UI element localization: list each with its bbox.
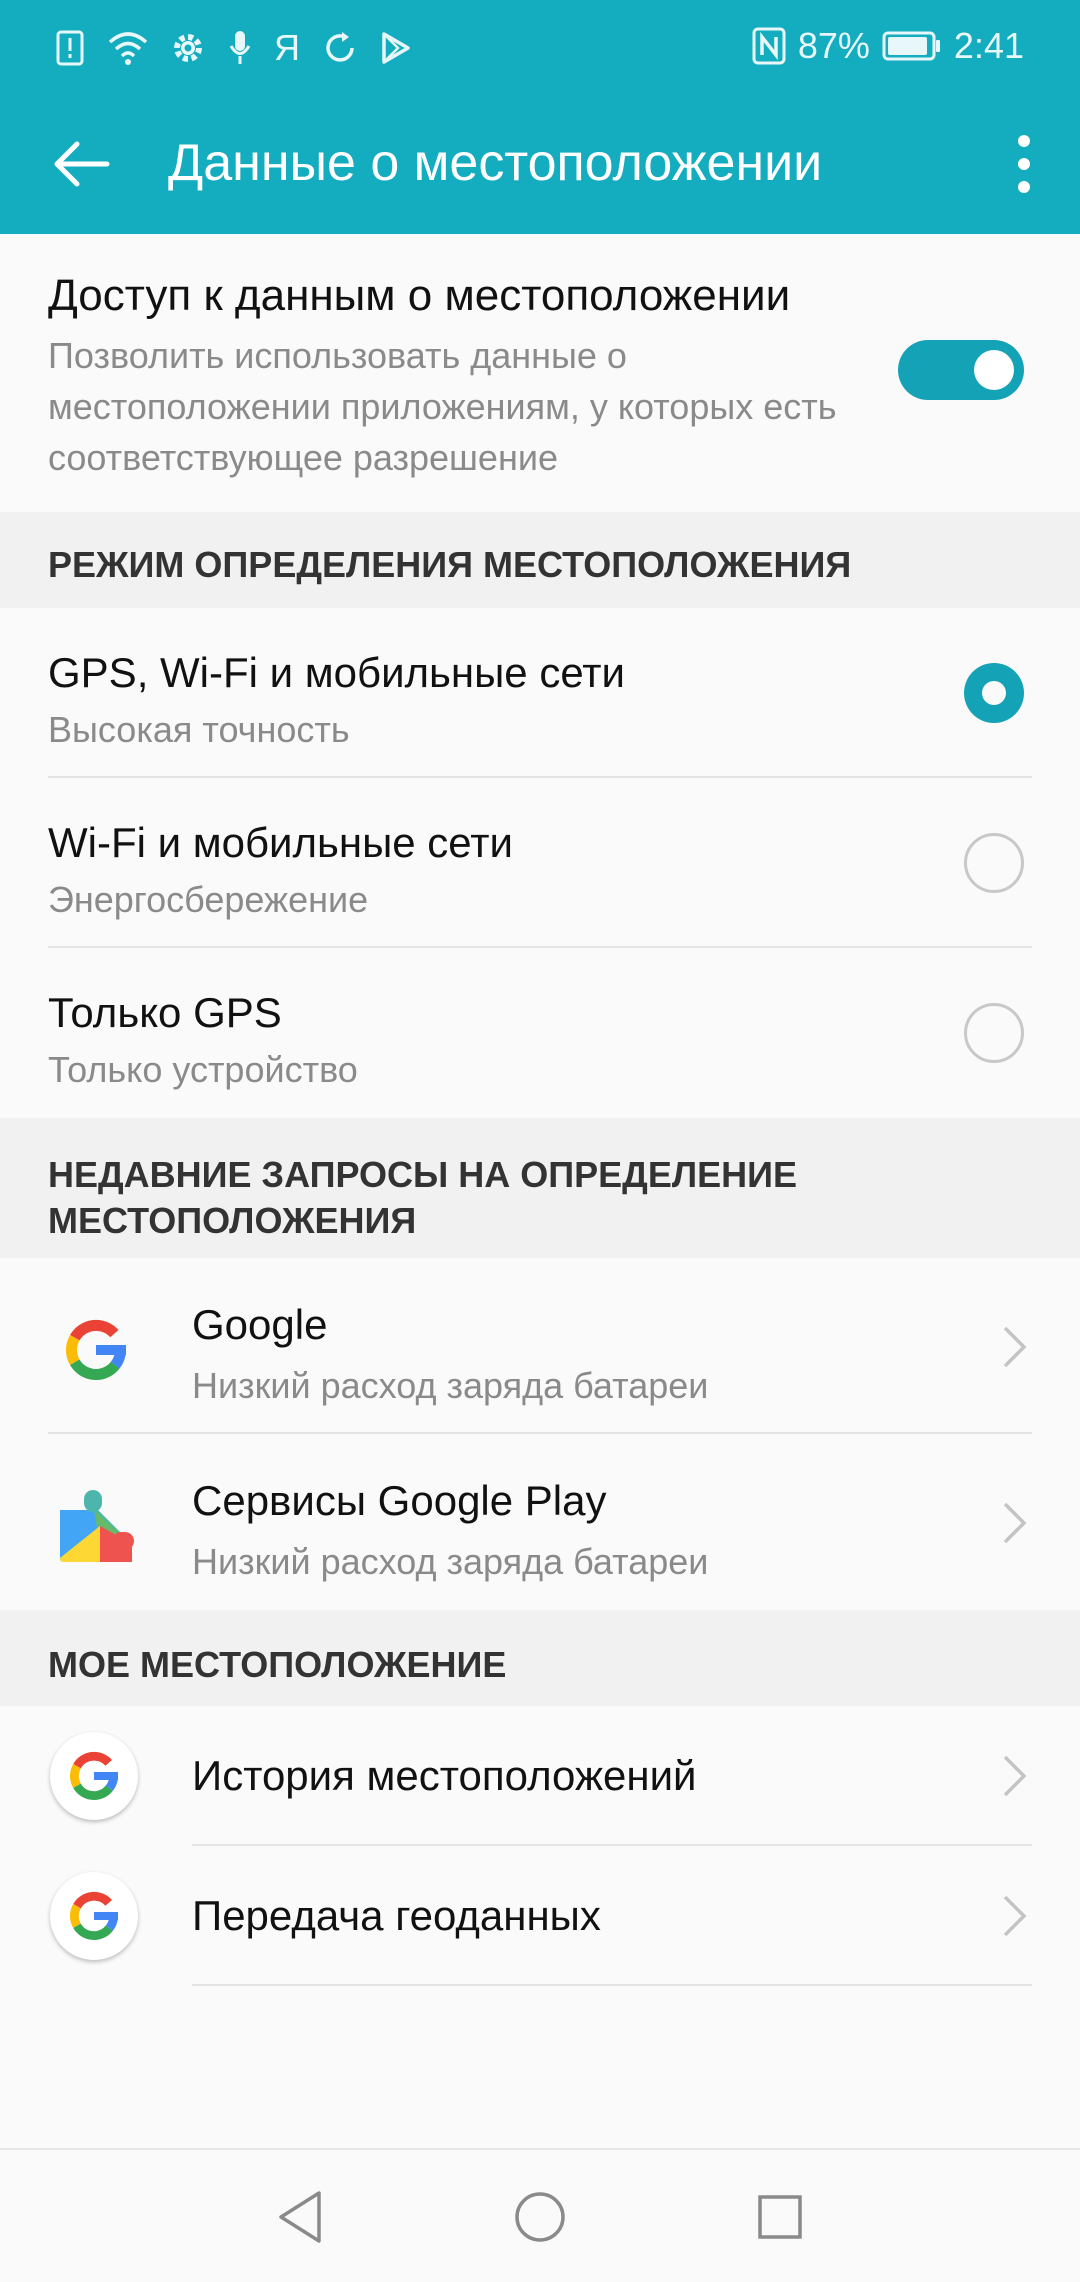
- mic-icon: [228, 29, 252, 67]
- divider: [192, 1984, 1032, 1986]
- google-icon: [70, 1751, 118, 1800]
- chevron-right-icon: [1003, 1326, 1027, 1368]
- mode-option-battery-saving[interactable]: Wi-Fi и мобильные сети Энергосбережение: [0, 778, 1080, 948]
- mode-option-subtitle: Только устройство: [48, 1049, 358, 1090]
- location-access-title: Доступ к данным о местоположении: [48, 271, 791, 320]
- app-name: Сервисы Google Play: [192, 1477, 607, 1524]
- chevron-right-icon: [1003, 1502, 1027, 1544]
- mode-option-subtitle: Энергосбережение: [48, 879, 369, 920]
- google-icon-badge: [50, 1732, 138, 1820]
- mode-section-header: РЕЖИМ ОПРЕДЕЛЕНИЯ МЕСТОПОЛОЖЕНИЯ: [0, 512, 1080, 608]
- mode-option-device-only[interactable]: Только GPS Только устройство: [0, 948, 1080, 1118]
- back-button[interactable]: [40, 126, 122, 202]
- app-battery-usage: Низкий расход заряда батареи: [192, 1541, 709, 1582]
- chevron-right-icon: [1003, 1755, 1027, 1797]
- location-sharing-row[interactable]: Передача геоданных: [0, 1846, 1080, 1986]
- google-icon: [66, 1319, 126, 1380]
- radio-button[interactable]: [964, 833, 1024, 893]
- radio-dot: [982, 681, 1006, 705]
- play-store-icon: [380, 31, 412, 65]
- mode-option-title: Wi-Fi и мобильные сети: [48, 819, 513, 866]
- mode-option-high-accuracy[interactable]: GPS, Wi-Fi и мобильные сети Высокая точн…: [0, 608, 1080, 778]
- nav-home-button[interactable]: [500, 2182, 580, 2252]
- clock: 2:41: [953, 25, 1024, 66]
- location-access-description: Позволить использовать данные о местопол…: [48, 335, 837, 478]
- radio-button-selected[interactable]: [964, 663, 1024, 723]
- location-history-row[interactable]: История местоположений: [0, 1706, 1080, 1846]
- location-sharing-title: Передача геоданных: [192, 1892, 601, 1939]
- recent-app-google-play-services[interactable]: Сервисы Google Play Низкий расход заряда…: [0, 1434, 1080, 1610]
- navigation-bar: [0, 2148, 1080, 2282]
- status-bar-left-icons: Я: [56, 24, 412, 72]
- alert-icon: [56, 28, 86, 68]
- app-battery-usage: Низкий расход заряда батареи: [192, 1365, 709, 1406]
- location-access-toggle[interactable]: [898, 340, 1024, 400]
- settings-icon: [170, 30, 206, 66]
- app-name: Google: [192, 1301, 328, 1348]
- nfc-icon: [752, 27, 786, 65]
- yandex-icon: Я: [274, 27, 300, 68]
- square-recents-icon: [758, 2195, 802, 2239]
- radio-button[interactable]: [964, 1003, 1024, 1063]
- more-options-button[interactable]: [992, 124, 1056, 204]
- nav-back-button[interactable]: [260, 2182, 340, 2252]
- toggle-knob: [974, 350, 1014, 390]
- arrow-left-icon: [54, 141, 110, 187]
- circle-home-icon: [515, 2192, 565, 2242]
- settings-list: Доступ к данным о местоположении Позволи…: [0, 234, 1080, 1986]
- more-vertical-icon: [1018, 135, 1030, 193]
- google-icon-badge: [50, 1872, 138, 1960]
- nav-recents-button[interactable]: [740, 2182, 820, 2252]
- location-history-title: История местоположений: [192, 1752, 697, 1799]
- my-location-section-header: МОЕ МЕСТОПОЛОЖЕНИЕ: [0, 1610, 1080, 1706]
- page-title: Данные о местоположении: [168, 134, 823, 192]
- mode-option-title: GPS, Wi-Fi и мобильные сети: [48, 649, 625, 696]
- recent-requests-section-header: НЕДАВНИЕ ЗАПРОСЫ НА ОПРЕДЕЛЕНИЕ МЕСТОПОЛ…: [0, 1118, 1080, 1258]
- mode-option-subtitle: Высокая точность: [48, 709, 350, 750]
- chevron-right-icon: [1003, 1895, 1027, 1937]
- triangle-back-icon: [279, 2191, 321, 2243]
- status-bar: Я 87% 2:41: [0, 0, 1080, 92]
- status-bar-right: 87% 2:41: [752, 22, 1024, 70]
- google-icon: [70, 1891, 118, 1940]
- recent-app-google[interactable]: Google Низкий расход заряда батареи: [0, 1258, 1080, 1434]
- battery-percent: 87%: [797, 25, 870, 66]
- wifi-icon: [108, 30, 148, 66]
- google-play-services-icon: [60, 1490, 134, 1562]
- sync-icon: [322, 30, 358, 66]
- location-access-row[interactable]: Доступ к данным о местоположении Позволи…: [0, 234, 1080, 512]
- mode-option-title: Только GPS: [48, 989, 282, 1036]
- battery-icon: [882, 30, 942, 62]
- app-bar: Данные о местоположении: [0, 92, 1080, 234]
